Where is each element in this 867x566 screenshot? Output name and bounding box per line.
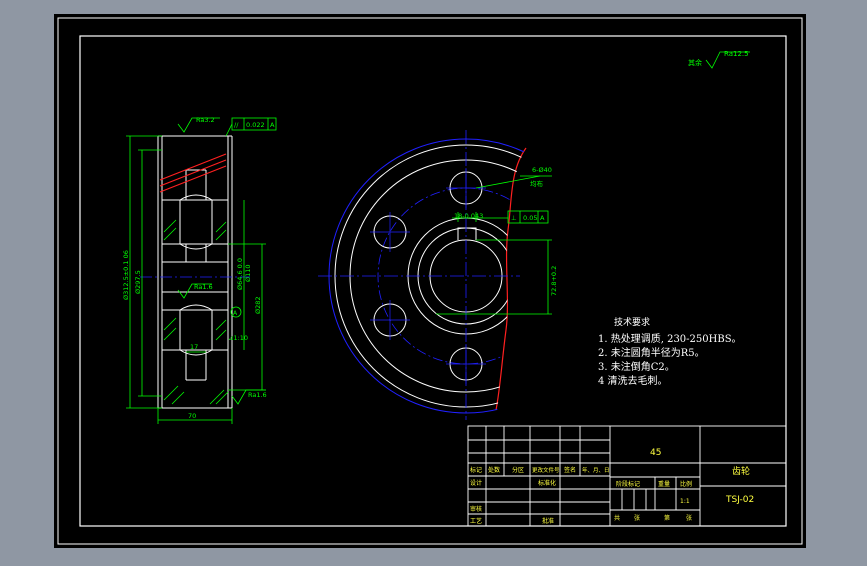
lbl-sheet-of: 张 [634,514,640,522]
tech-item-3: 3. 未注倒角C2。 [598,360,675,373]
roughness-bottom-label: Ra1.6 [248,391,267,399]
hdr-change-doc: 更改文件号 [532,466,560,474]
cad-drawing: Ra3.2 // 0.022 A Ra1.6 Ra1.6 A ⊿1:10 17 … [54,14,806,548]
dim-hub-label: Ø64.6 0.0 [236,258,244,290]
hdr-date: 年、月、日 [582,466,610,474]
hdr-sign: 签名 [564,466,576,474]
dim-70-label: 70 [188,412,196,420]
drawing-number: TSJ-02 [725,495,754,505]
tech-title: 技术要求 [614,316,650,328]
lbl-stage-mark: 阶段标记 [616,480,640,488]
keyway-tol-symbol: ⊥ [511,214,517,222]
tech-item-4: 4 清洗去毛刺。 [598,374,668,387]
tolerance-datum: A [270,121,275,129]
taper-label: ⊿1:10 [228,334,248,342]
hdr-mark: 标记 [470,466,482,474]
hole-note: 均布 [530,179,544,188]
roughness-top-label: Ra3.2 [196,116,215,124]
hole-label: 6-Ø40 [532,166,552,174]
dim-bore-label: Ø110 [244,264,252,282]
hdr-zone: 分区 [512,466,524,474]
keyway-width-label: 18-0.043 [454,212,483,220]
lbl-sheet-total: 共 [614,514,620,522]
lbl-ratio: 比例 [680,480,692,488]
hdr-count: 处数 [488,466,500,474]
roughness-mid-label: Ra1.6 [194,283,213,291]
lbl-sheet-unit: 张 [686,514,692,522]
lbl-reviewer: 审核 [470,505,482,513]
material-value: 45 [650,448,661,458]
dim-depth-label: 72.8+0.2 [550,266,558,296]
dim-mid-label: Ø282 [254,296,262,314]
lbl-process: 工艺 [470,517,482,525]
dim-root-label: Ø297.5 [134,270,142,294]
tolerance-value: 0.022 [246,121,265,129]
general-roughness-value: Ra12.5 [724,50,749,58]
general-roughness-label: 其余 [688,58,702,67]
keyway-datum: A [540,214,545,222]
lbl-designer: 设计 [470,479,482,487]
lbl-standardize: 标准化 [538,479,556,487]
cad-viewport[interactable]: Ra3.2 // 0.022 A Ra1.6 Ra1.6 A ⊿1:10 17 … [0,0,867,562]
lbl-approve: 批准 [542,517,554,525]
part-name: 齿轮 [732,465,750,477]
keyway-tol-value: 0.05 [523,214,537,222]
lbl-sheet-no: 第 [664,514,670,522]
tech-item-2: 2. 未注圆角半径为R5。 [598,346,705,359]
dim-17-label: 17 [190,343,198,351]
lbl-weight: 重量 [658,480,670,488]
tech-item-1: 1. 热处理调质, 230-250HBS。 [598,332,742,345]
dim-od-label: Ø312.5±0.1 06 [122,250,130,300]
scale-value: 1:1 [680,498,690,505]
